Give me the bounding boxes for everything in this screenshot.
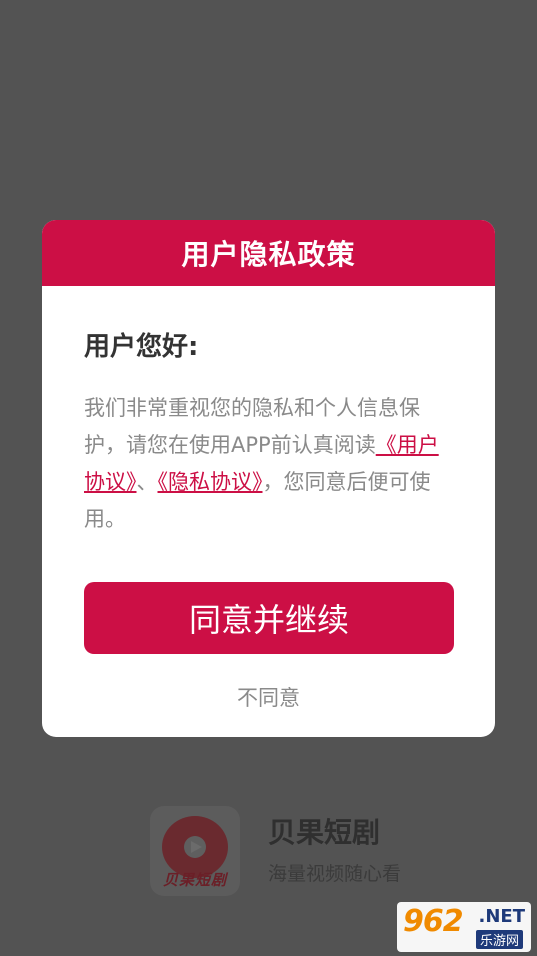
app-name: 贝果短剧 xyxy=(268,816,381,849)
privacy-agreement-link[interactable]: 《隐私协议》 xyxy=(158,470,263,494)
watermark-net: .NET xyxy=(478,906,525,927)
dialog-body: 用户您好: 我们非常重视您的隐私和个人信息保护，请您在使用APP前认真阅读《用户… xyxy=(42,286,495,712)
app-branding: 贝果短剧 贝果短剧 海量视频随心看 xyxy=(150,806,401,896)
agree-continue-button[interactable]: 同意并继续 xyxy=(84,582,454,654)
separator-text: 、 xyxy=(136,470,158,494)
privacy-description: 我们非常重视您的隐私和个人信息保护，请您在使用APP前认真阅读《用户协议》、《隐… xyxy=(84,390,453,538)
brand-text: 贝果短剧 海量视频随心看 xyxy=(268,816,401,886)
greeting-text: 用户您好: xyxy=(84,332,199,362)
site-watermark: 962 .NET 乐游网 xyxy=(397,902,531,952)
logo-text: 贝果短剧 xyxy=(162,871,227,889)
privacy-dialog: 用户隐私政策 用户您好: 我们非常重视您的隐私和个人信息保护，请您在使用APP前… xyxy=(42,220,495,737)
watermark-site-name: 乐游网 xyxy=(475,930,523,949)
app-slogan: 海量视频随心看 xyxy=(268,863,402,885)
dialog-title: 用户隐私政策 xyxy=(181,238,356,271)
app-logo: 贝果短剧 xyxy=(150,806,240,896)
dialog-header: 用户隐私政策 xyxy=(42,220,495,286)
disagree-button[interactable]: 不同意 xyxy=(84,682,453,712)
description-text: 我们非常重视您的隐私和个人信息保护，请您在使用APP前认真阅读 xyxy=(84,396,420,457)
play-icon xyxy=(191,841,202,853)
watermark-number: 962 xyxy=(403,904,464,939)
